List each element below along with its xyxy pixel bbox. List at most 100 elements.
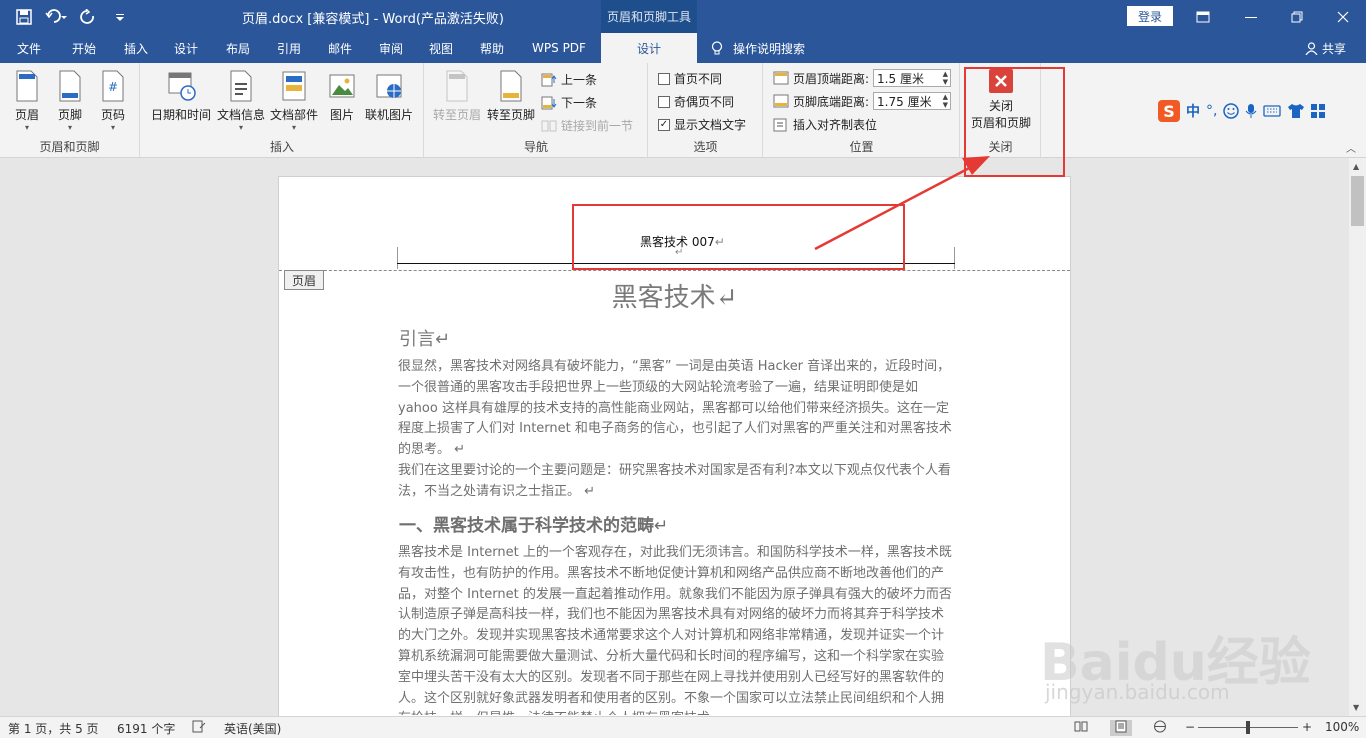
tab-file[interactable]: 文件: [6, 33, 52, 63]
next-button[interactable]: 下一条: [541, 94, 597, 111]
page-number-button[interactable]: # 页码 ▾: [98, 69, 128, 132]
goto-header-icon: [446, 70, 468, 102]
group-label-insert: 插入: [269, 140, 294, 154]
page-count[interactable]: 第 1 页，共 5 页: [8, 720, 99, 737]
close-window-icon[interactable]: [1320, 0, 1366, 33]
tab-layout[interactable]: 布局: [214, 33, 262, 63]
footer-button[interactable]: 页脚 ▾: [55, 69, 85, 132]
ime-chinese-mode[interactable]: 中: [1186, 101, 1200, 121]
web-layout-icon[interactable]: [1153, 720, 1167, 736]
tab-view[interactable]: 视图: [417, 33, 465, 63]
insert-alignment-tab-button[interactable]: 插入对齐制表位: [773, 116, 877, 133]
context-tool-label: 页眉和页脚工具: [601, 0, 697, 33]
tab-design[interactable]: 设计: [162, 33, 210, 63]
tab-help[interactable]: 帮助: [468, 33, 516, 63]
footer-bottom-value: 1.75 厘米: [877, 94, 932, 109]
picture-label: 图片: [329, 108, 354, 122]
intro-heading[interactable]: 引言↵: [399, 325, 450, 351]
header-icon: [16, 70, 38, 102]
skin-shirt-icon[interactable]: [1287, 103, 1305, 119]
share-button[interactable]: 共享: [1305, 40, 1346, 57]
paragraph-3[interactable]: 黑客技术是 Internet 上的一个客观存在，对此我们无须讳言。和国防科学技术…: [398, 543, 954, 715]
ribbon-display-icon[interactable]: [1180, 0, 1226, 33]
print-layout-icon[interactable]: [1110, 720, 1132, 736]
minimize-icon[interactable]: [1228, 0, 1274, 33]
footer-bottom-label: 页脚底端距离:: [793, 94, 870, 109]
zoom-in-icon[interactable]: +: [1302, 720, 1312, 734]
tab-wps-pdf[interactable]: WPS PDF: [522, 33, 596, 63]
link-icon: [541, 120, 557, 131]
tab-insert[interactable]: 插入: [112, 33, 160, 63]
paragraph-mark: ↵: [450, 442, 466, 458]
spinner-arrows-icon[interactable]: ▲ ▼: [943, 93, 948, 109]
quick-parts-button[interactable]: 文档部件 ▾: [270, 69, 318, 132]
tab-home[interactable]: 开始: [60, 33, 108, 63]
tab-header-footer-design[interactable]: 设计: [601, 33, 697, 63]
link-to-previous-button[interactable]: 链接到前一节: [541, 117, 633, 134]
ime-punctuation[interactable]: °,: [1206, 103, 1217, 119]
goto-header-button[interactable]: 转至页眉: [433, 69, 481, 123]
tab-review[interactable]: 审阅: [367, 33, 415, 63]
show-document-text-checkbox[interactable]: ✓ 显示文档文字: [658, 116, 746, 133]
lightbulb-icon: [711, 41, 723, 55]
login-button[interactable]: 登录: [1127, 6, 1173, 26]
undo-icon[interactable]: [42, 6, 70, 28]
scroll-up-icon[interactable]: ▲: [1353, 162, 1359, 171]
zoom-slider-thumb[interactable]: [1246, 721, 1250, 734]
goto-footer-icon: [500, 70, 522, 102]
restore-icon[interactable]: [1274, 0, 1320, 33]
header-top-input[interactable]: 1.5 厘米 ▲ ▼: [873, 69, 952, 87]
group-options: 首页不同 奇偶页不同 ✓ 显示文档文字 选项: [649, 63, 763, 158]
vertical-scrollbar[interactable]: ▲ ▼: [1349, 158, 1366, 716]
tell-me-search[interactable]: 操作说明搜索: [711, 40, 805, 57]
online-picture-button[interactable]: 联机图片: [365, 69, 413, 123]
footer-position-icon: [773, 94, 789, 108]
redo-icon[interactable]: [74, 6, 102, 28]
header-button-label: 页眉: [14, 108, 39, 122]
keyboard-icon[interactable]: [1263, 104, 1282, 118]
header-button[interactable]: 页眉 ▾: [12, 69, 42, 132]
tab-mailings[interactable]: 邮件: [316, 33, 364, 63]
different-first-page-label: 首页不同: [674, 72, 723, 86]
intro-heading-text: 引言: [399, 329, 435, 350]
goto-footer-button[interactable]: 转至页脚: [487, 69, 535, 123]
language[interactable]: 英语(美国): [224, 720, 281, 737]
chevron-down-icon: ▾: [239, 123, 244, 132]
different-odd-even-checkbox[interactable]: 奇偶页不同: [658, 93, 734, 110]
spinner-arrows-icon[interactable]: ▲ ▼: [943, 70, 948, 86]
picture-button[interactable]: 图片: [327, 69, 357, 123]
zoom-level[interactable]: 100%: [1325, 720, 1359, 734]
proofing-icon[interactable]: [192, 720, 206, 736]
read-mode-icon[interactable]: [1074, 720, 1088, 736]
next-label: 下一条: [561, 96, 598, 110]
footer-bottom-input[interactable]: 1.75 厘米 ▲ ▼: [873, 92, 952, 110]
scrollbar-thumb[interactable]: [1351, 176, 1364, 226]
collapse-ribbon-icon[interactable]: ︿: [1346, 140, 1356, 155]
microphone-icon[interactable]: [1245, 103, 1257, 119]
previous-button[interactable]: 上一条: [541, 71, 597, 88]
emoji-icon[interactable]: [1223, 103, 1240, 119]
zoom-out-icon[interactable]: −: [1185, 720, 1195, 734]
date-time-button[interactable]: 日期和时间: [151, 69, 211, 123]
paragraph-1[interactable]: 很显然，黑客技术对网络具有破坏能力，“黑客” 一词是由英语 Hacker 音译出…: [398, 357, 954, 461]
word-count[interactable]: 6191 个字: [117, 720, 175, 737]
person-icon: [1305, 42, 1318, 55]
title-bar: 页眉.docx [兼容模式] - Word(产品激活失败) 页眉和页脚工具 登录: [0, 0, 1366, 33]
save-icon[interactable]: [10, 6, 38, 28]
paragraph-2[interactable]: 我们在这里要讨论的一个主要问题是：研究黑客技术对国家是否有利?本文以下观点仅代表…: [398, 461, 954, 503]
customize-qat-icon[interactable]: [106, 6, 134, 28]
ribbon-tabs: 文件 开始 插入 设计 布局 引用 邮件 审阅 视图 帮助 WPS PDF 设计…: [0, 33, 1366, 63]
page-number-icon: #: [102, 70, 124, 102]
goto-footer-label: 转至页脚: [487, 108, 536, 122]
ime-toolbar: S 中 °,: [1158, 100, 1326, 122]
section-heading-1[interactable]: 一、黑客技术属于科学技术的范畴↵: [399, 511, 668, 536]
document-title[interactable]: 黑客技术↵: [279, 277, 1070, 314]
paragraph-mark: ↵: [435, 329, 451, 350]
tab-references[interactable]: 引用: [265, 33, 313, 63]
group-label-navigation: 导航: [523, 140, 548, 154]
sogou-logo-icon[interactable]: S: [1158, 100, 1180, 122]
grid-menu-icon[interactable]: [1311, 104, 1326, 118]
different-first-page-checkbox[interactable]: 首页不同: [658, 70, 722, 87]
scroll-down-icon[interactable]: ▼: [1353, 703, 1359, 712]
doc-info-button[interactable]: 文档信息 ▾: [217, 69, 265, 132]
